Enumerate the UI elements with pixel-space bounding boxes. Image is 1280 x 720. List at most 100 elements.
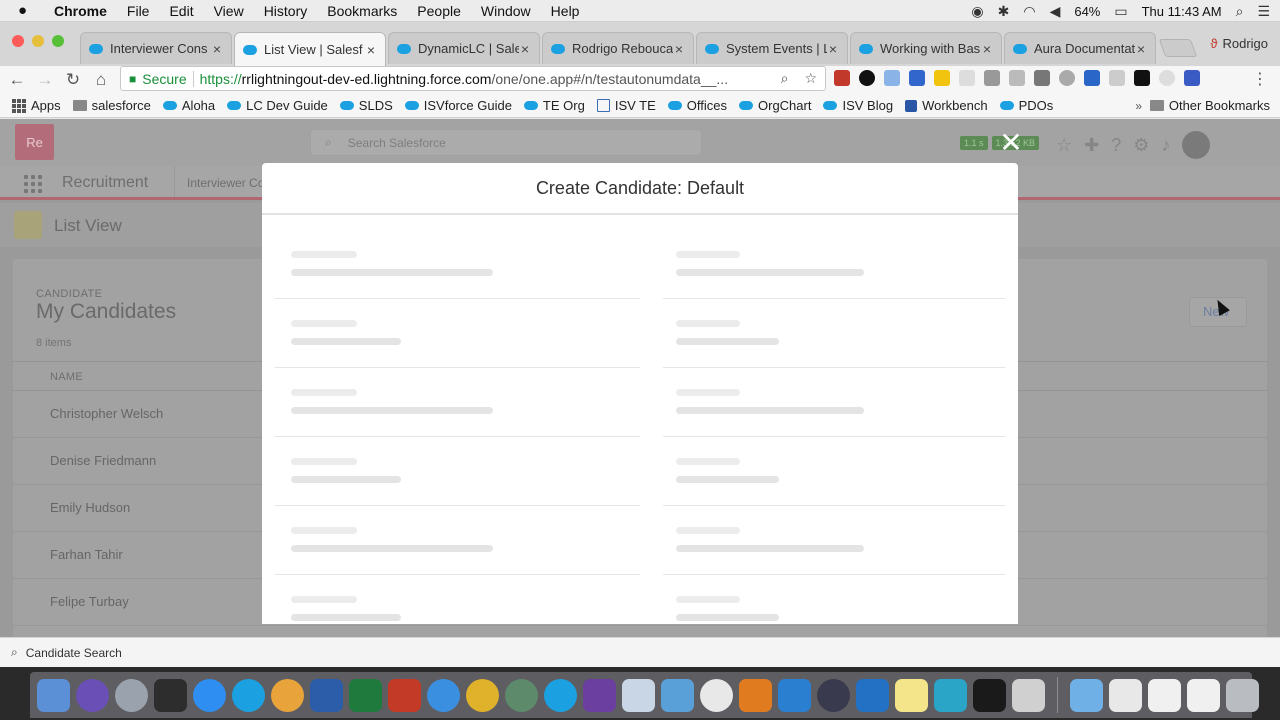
help-icon[interactable]: ? <box>1111 135 1121 156</box>
eclipse-icon[interactable] <box>817 678 850 712</box>
downloads-folder-icon[interactable] <box>1070 678 1103 712</box>
camera-icon[interactable]: ◉ <box>971 3 983 20</box>
photos-icon[interactable] <box>700 678 733 712</box>
quip-icon[interactable] <box>934 678 967 712</box>
new-tab-button[interactable] <box>1158 39 1198 57</box>
menu-help[interactable]: Help <box>551 3 580 19</box>
trash-icon[interactable] <box>1226 678 1259 712</box>
extension-icon[interactable] <box>1059 70 1075 86</box>
browser-tab[interactable]: Aura Documentat × <box>1004 32 1156 64</box>
bluetooth-icon[interactable]: ✱ <box>998 3 1010 20</box>
menu-edit[interactable]: Edit <box>169 3 193 19</box>
extension-icon[interactable] <box>934 70 950 86</box>
salesforce-app-icon[interactable] <box>544 678 577 712</box>
extension-icon[interactable] <box>1109 70 1125 86</box>
close-tab-icon[interactable]: × <box>211 41 223 57</box>
candidate-name[interactable]: Farhan Tahir <box>50 547 123 562</box>
extension-icon[interactable] <box>1009 70 1025 86</box>
volume-icon[interactable]: ◀ <box>1050 3 1061 20</box>
close-tab-icon[interactable]: × <box>1135 41 1147 57</box>
word-icon[interactable] <box>310 678 343 712</box>
launchpad-icon[interactable] <box>115 678 148 712</box>
zoom-search-icon[interactable]: ⌕ <box>781 70 789 87</box>
extension-icon[interactable] <box>984 70 1000 86</box>
lock-icon[interactable]: ■ <box>129 72 136 86</box>
extension-recycle-icon[interactable] <box>1034 70 1050 86</box>
bookmarks-overflow-chevron[interactable]: » <box>1135 99 1142 113</box>
chrome-menu-icon[interactable]: ⋮ <box>1252 69 1268 89</box>
app-logo[interactable]: Re <box>15 124 54 160</box>
bookmark-other-bookmarks[interactable]: Other Bookmarks <box>1149 98 1270 113</box>
bookmark-apps[interactable]: Apps <box>12 98 61 113</box>
browser-tab-active[interactable]: List View | Salesf × <box>234 32 386 66</box>
vscode-icon[interactable] <box>856 678 889 712</box>
minimize-window-icon[interactable] <box>32 35 44 47</box>
candidate-name[interactable]: Denise Friedmann <box>50 453 156 468</box>
flower-app-icon[interactable] <box>271 678 304 712</box>
menu-view[interactable]: View <box>214 3 244 19</box>
utility-candidate-search[interactable]: Candidate Search <box>26 646 122 660</box>
home-icon[interactable]: ⌂ <box>90 70 112 90</box>
chrome-profile-button[interactable]: ϑ Rodrigo <box>1210 36 1268 51</box>
browser-tab[interactable]: DynamicLC | Sale × <box>388 32 540 64</box>
bookmark-salesforce[interactable]: salesforce <box>72 98 151 113</box>
global-search-input[interactable]: ⌕ Search Salesforce <box>310 129 702 156</box>
bookmark-star-icon[interactable]: ☆ <box>804 70 817 87</box>
extension-z-icon[interactable] <box>1184 70 1200 86</box>
extension-icon[interactable] <box>1159 70 1175 86</box>
extension-icon[interactable] <box>959 70 975 86</box>
extension-icon[interactable] <box>884 70 900 86</box>
close-tab-icon[interactable]: × <box>981 41 993 57</box>
address-bar[interactable]: ■ Secure https://rrlightningout-dev-ed.l… <box>120 66 826 91</box>
xcode-icon[interactable] <box>661 678 694 712</box>
list-view-name[interactable]: My Candidates <box>36 300 176 324</box>
column-header-name[interactable]: NAME <box>50 371 83 383</box>
menubar-clock[interactable]: Thu 11:43 AM <box>1142 4 1222 19</box>
extension-icon[interactable] <box>909 70 925 86</box>
bookmark-lc-dev-guide[interactable]: LC Dev Guide <box>227 98 328 113</box>
document-stack-icon[interactable] <box>1187 678 1220 712</box>
browser-tab[interactable]: Working with Bas × <box>850 32 1002 64</box>
document-stack-icon[interactable] <box>1148 678 1181 712</box>
activity-monitor-icon[interactable] <box>154 678 187 712</box>
menu-people[interactable]: People <box>417 3 461 19</box>
browser-tab[interactable]: Rodrigo Rebouca × <box>542 32 694 64</box>
menu-window[interactable]: Window <box>481 3 531 19</box>
modal-close-icon[interactable]: ✕ <box>996 128 1026 158</box>
avatar[interactable] <box>1182 131 1211 159</box>
candidate-name[interactable]: Christopher Welsch <box>50 406 163 421</box>
keynote-icon[interactable] <box>1012 678 1045 712</box>
stickies-icon[interactable] <box>895 678 928 712</box>
sublime-s-icon[interactable] <box>778 678 811 712</box>
bookmark-slds[interactable]: SLDS <box>339 98 393 113</box>
menu-bookmarks[interactable]: Bookmarks <box>327 3 397 19</box>
preview-icon[interactable] <box>622 678 655 712</box>
app-launcher-icon[interactable] <box>24 175 42 193</box>
extension-icon[interactable] <box>834 70 850 86</box>
spotlight-search-icon[interactable]: ⌕ <box>1236 3 1244 20</box>
bookmark-isvforce-guide[interactable]: ISVforce Guide <box>404 98 512 113</box>
app-store-icon[interactable] <box>193 678 226 712</box>
battery-percent[interactable]: 64% <box>1074 4 1100 19</box>
document-stack-icon[interactable] <box>1109 678 1142 712</box>
close-tab-icon[interactable]: × <box>365 42 377 58</box>
battery-icon[interactable]: ▭ <box>1114 3 1127 20</box>
close-tab-icon[interactable]: × <box>519 41 531 57</box>
wifi-icon[interactable]: ◠ <box>1023 3 1035 20</box>
close-tab-icon[interactable]: × <box>827 41 839 57</box>
candidate-name[interactable]: Felipe Turbay <box>50 594 129 609</box>
browser-tab[interactable]: System Events | L × <box>696 32 848 64</box>
bookmark-workbench[interactable]: Workbench <box>905 98 988 113</box>
reload-icon[interactable]: ↻ <box>62 70 84 90</box>
bookmark-isv-blog[interactable]: ISV Blog <box>823 98 893 113</box>
network-app-icon[interactable] <box>505 678 538 712</box>
browser-tab[interactable]: Interviewer Cons × <box>80 32 232 64</box>
menu-app-chrome[interactable]: Chrome <box>54 3 107 19</box>
chrome-icon[interactable] <box>466 678 499 712</box>
notifications-bell-icon[interactable]: ♪ <box>1161 135 1170 156</box>
nav-item-interviewer-console[interactable]: Interviewer Co <box>174 166 264 197</box>
setup-gear-icon[interactable]: ⚙ <box>1133 135 1149 156</box>
siri-icon[interactable] <box>76 678 109 712</box>
extension-icon[interactable] <box>1134 70 1150 86</box>
back-arrow-icon[interactable]: ← <box>6 70 28 90</box>
